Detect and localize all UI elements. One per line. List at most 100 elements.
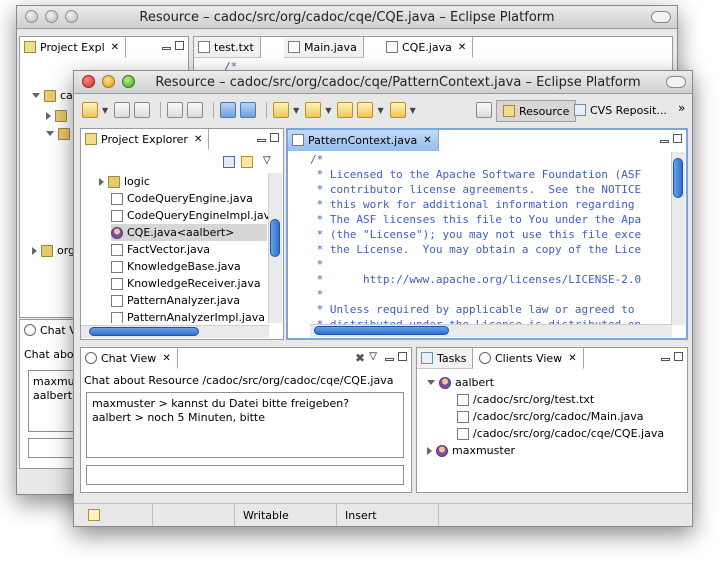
editor-tab-test-txt[interactable]: test.txt bbox=[194, 37, 261, 58]
explorer-horizontal-scrollbar[interactable] bbox=[81, 325, 269, 338]
client-file[interactable]: /cadoc/src/org/cadoc/cqe/CQE.java bbox=[457, 425, 664, 442]
annotation-icon[interactable] bbox=[240, 102, 257, 118]
client-file[interactable]: /cadoc/src/org/test.txt bbox=[457, 391, 594, 408]
minimize-icon[interactable] bbox=[162, 47, 171, 50]
editor-tab-main-java[interactable]: Main.java bbox=[284, 37, 364, 58]
tree-item-logic[interactable]: logic bbox=[99, 173, 150, 190]
last-edit-location-icon[interactable] bbox=[337, 102, 354, 118]
dropdown-caret-icon[interactable]: ▼ bbox=[325, 106, 331, 115]
perspective-cvs[interactable]: CVS Reposit... bbox=[568, 100, 673, 120]
previous-annotation-icon[interactable] bbox=[305, 102, 322, 118]
open-perspective-icon[interactable] bbox=[476, 102, 492, 118]
back-tree-row[interactable]: org bbox=[32, 242, 75, 259]
tree-item-file[interactable]: PatternAnalyzer.java bbox=[111, 292, 240, 309]
chat-view-tab[interactable]: Chat View ✕ bbox=[81, 348, 178, 369]
save-icon[interactable] bbox=[114, 102, 131, 118]
close-icon[interactable]: ✕ bbox=[423, 135, 431, 146]
chat-view-panel: Chat View ✕ ✖ ▽ Chat about Resource /cad… bbox=[80, 347, 412, 493]
dropdown-caret-icon[interactable]: ▼ bbox=[293, 106, 299, 115]
expand-arrow-icon[interactable] bbox=[32, 93, 40, 98]
folder-icon bbox=[58, 127, 70, 140]
tasks-tab[interactable]: Tasks bbox=[417, 348, 474, 369]
forward-arrow-icon[interactable] bbox=[389, 102, 406, 118]
minimize-icon[interactable] bbox=[385, 358, 394, 361]
text-file-icon bbox=[198, 41, 210, 53]
minimize-icon[interactable] bbox=[257, 139, 266, 142]
disconnect-icon[interactable]: ✖ bbox=[355, 351, 365, 365]
show-whitespace-icon[interactable] bbox=[187, 102, 204, 118]
maximize-icon[interactable] bbox=[673, 134, 682, 143]
explorer-vertical-scrollbar[interactable] bbox=[268, 173, 282, 323]
scrollbar-thumb[interactable] bbox=[270, 219, 280, 257]
close-icon[interactable]: ✕ bbox=[458, 42, 466, 53]
cvs-perspective-icon bbox=[574, 104, 586, 116]
collapse-all-icon[interactable] bbox=[223, 156, 235, 168]
project-explorer-tab-label: Project Explorer bbox=[101, 132, 188, 146]
toggle-mark-icon[interactable] bbox=[167, 102, 184, 118]
tree-item-file[interactable]: KnowledgeReceiver.java bbox=[111, 275, 261, 292]
project-explorer-tab[interactable]: Project Explorer ✕ bbox=[81, 129, 210, 150]
code-line: * bbox=[310, 258, 324, 271]
maximize-icon[interactable] bbox=[674, 352, 683, 361]
dropdown-caret-icon[interactable]: ▼ bbox=[102, 106, 108, 115]
editor-tab-patterncontext[interactable]: PatternContext.java ✕ bbox=[288, 130, 439, 151]
print-icon[interactable] bbox=[134, 102, 151, 118]
tree-item-file[interactable]: CodeQueryEngine.java bbox=[111, 190, 253, 207]
back-tree-row[interactable] bbox=[46, 107, 67, 124]
editor-horizontal-scrollbar[interactable] bbox=[310, 324, 672, 337]
minimize-icon[interactable] bbox=[661, 358, 670, 361]
tree-item-file[interactable]: PatternAnalyzerImpl.java bbox=[111, 309, 265, 323]
expand-arrow-icon[interactable] bbox=[427, 446, 432, 455]
editor-vertical-scrollbar[interactable] bbox=[671, 152, 685, 325]
collapse-arrow-icon[interactable] bbox=[427, 380, 435, 385]
status-insert: Insert bbox=[336, 504, 437, 526]
tree-item-file[interactable]: CodeQueryEngineImpl.jav bbox=[111, 207, 269, 224]
tree-item-file-selected[interactable]: CQE.java<aalbert> bbox=[111, 224, 267, 241]
close-icon[interactable]: ✕ bbox=[111, 42, 119, 53]
link-with-editor-icon[interactable] bbox=[241, 156, 253, 168]
clients-view-tab[interactable]: Clients View ✕ bbox=[475, 348, 584, 369]
tree-item-file[interactable]: KnowledgeBase.java bbox=[111, 258, 241, 275]
dropdown-caret-icon[interactable]: ▼ bbox=[377, 106, 383, 115]
view-menu-icon[interactable]: ▽ bbox=[369, 351, 377, 362]
close-icon[interactable]: ✕ bbox=[162, 353, 170, 364]
client-user-aalbert[interactable]: aalbert bbox=[427, 374, 494, 391]
expand-arrow-icon[interactable] bbox=[46, 111, 51, 120]
back-explorer-tab[interactable]: Project Expl ✕ bbox=[20, 37, 127, 58]
next-annotation-icon[interactable] bbox=[273, 102, 290, 118]
back-arrow-icon[interactable] bbox=[357, 102, 374, 118]
editor-tab-label: PatternContext.java bbox=[308, 133, 418, 147]
expand-arrow-icon[interactable] bbox=[32, 246, 37, 255]
java-file-icon bbox=[386, 41, 398, 53]
close-icon[interactable]: ✕ bbox=[194, 134, 202, 145]
back-toolbar-toggle[interactable] bbox=[651, 11, 671, 23]
perspective-resource[interactable]: Resource bbox=[496, 100, 577, 122]
editor-text-area[interactable]: /* * Licensed to the Apache Software Fou… bbox=[288, 152, 672, 325]
new-wizard-icon[interactable] bbox=[82, 102, 98, 118]
close-icon[interactable]: ✕ bbox=[568, 353, 576, 364]
code-line: * bbox=[310, 288, 324, 301]
expand-arrow-icon[interactable] bbox=[99, 177, 104, 186]
expand-arrow-icon[interactable] bbox=[46, 131, 54, 136]
maximize-icon[interactable] bbox=[398, 352, 407, 361]
maximize-icon[interactable] bbox=[270, 133, 279, 142]
fast-view-icon[interactable] bbox=[88, 509, 100, 521]
minimize-icon[interactable] bbox=[660, 140, 669, 143]
client-file[interactable]: /cadoc/src/org/cadoc/Main.java bbox=[457, 408, 644, 425]
editor-tab-cqe-java[interactable]: CQE.java ✕ bbox=[382, 37, 474, 58]
scrollbar-thumb[interactable] bbox=[314, 326, 449, 335]
tree-item-file[interactable]: FactVector.java bbox=[111, 241, 210, 258]
maximize-icon[interactable] bbox=[175, 41, 184, 50]
back-tree-row[interactable] bbox=[46, 125, 70, 142]
view-menu-icon[interactable]: ▽ bbox=[263, 155, 271, 166]
code-line: * (the "License"); you may not use this … bbox=[310, 228, 642, 241]
client-user-maxmuster[interactable]: maxmuster bbox=[427, 442, 515, 459]
edit-icon[interactable] bbox=[220, 102, 237, 118]
scrollbar-thumb[interactable] bbox=[89, 327, 199, 336]
scrollbar-thumb[interactable] bbox=[673, 158, 683, 198]
chat-input[interactable] bbox=[86, 465, 404, 485]
java-file-icon bbox=[457, 427, 469, 440]
more-perspectives-chevron[interactable]: » bbox=[678, 101, 685, 115]
dropdown-caret-icon[interactable]: ▼ bbox=[410, 106, 416, 115]
toolbar-toggle[interactable] bbox=[666, 76, 686, 88]
